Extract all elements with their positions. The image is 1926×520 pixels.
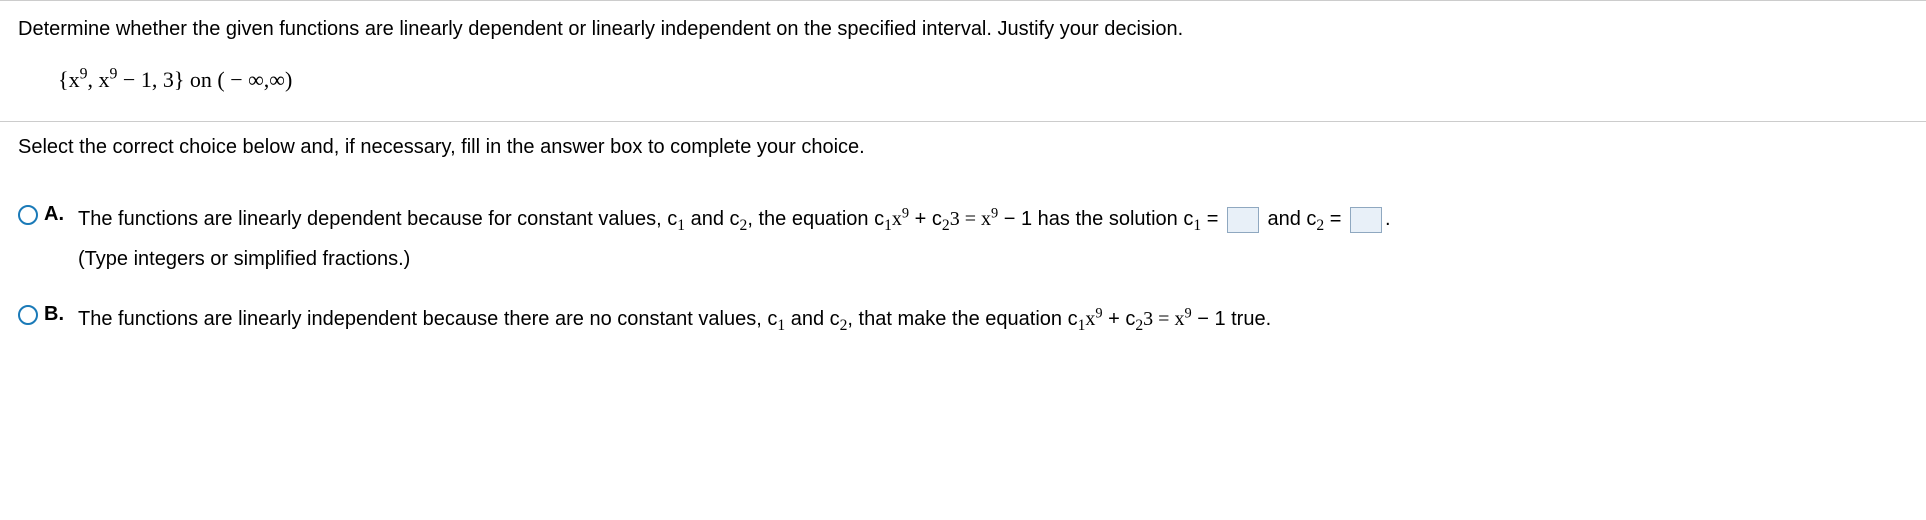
- b-mid1: and c: [785, 308, 839, 330]
- question-text: Determine whether the given functions ar…: [18, 15, 1908, 43]
- b-x1: x: [1085, 308, 1095, 330]
- a-minus1: − 1 has the solution c: [998, 208, 1193, 230]
- choice-a-row: A. The functions are linearly dependent …: [18, 201, 1908, 277]
- a-three: 3 = x: [950, 208, 991, 230]
- a-sub5: 1: [1193, 217, 1201, 234]
- b-exp1: 9: [1095, 305, 1102, 321]
- c2-input[interactable]: [1350, 207, 1382, 233]
- a-eq1: =: [1201, 208, 1224, 230]
- brace-close: }: [174, 67, 185, 92]
- b-minus1: − 1 true.: [1192, 308, 1272, 330]
- f2-base: x: [98, 67, 109, 92]
- choice-b-row: B. The functions are linearly independen…: [18, 301, 1908, 337]
- b-sub1: 1: [777, 317, 785, 334]
- comma1: ,: [87, 67, 98, 92]
- choice-a-label: A.: [44, 203, 68, 226]
- choices-list: A. The functions are linearly dependent …: [0, 177, 1926, 337]
- choice-a-hint: (Type integers or simplified fractions.): [78, 241, 1908, 277]
- a-period: .: [1385, 208, 1391, 230]
- question-math: {x9, x9 − 1, 3} on ( − ∞,∞): [58, 67, 1908, 93]
- b-exp2: 9: [1184, 305, 1191, 321]
- a-sub3: 1: [884, 217, 892, 234]
- a-mid2: , the equation c: [747, 208, 884, 230]
- a-x1: x: [892, 208, 902, 230]
- choice-b-body: The functions are linearly independent b…: [78, 301, 1908, 337]
- choice-a-radio[interactable]: [18, 205, 38, 225]
- a-eq2: =: [1324, 208, 1347, 230]
- f1-base: x: [69, 67, 80, 92]
- b-sub4: 2: [1135, 317, 1143, 334]
- f2-rest: − 1, 3: [117, 67, 173, 92]
- b-plus: + c: [1103, 308, 1136, 330]
- a-mid1: and c: [685, 208, 739, 230]
- b-pre: The functions are linearly independent b…: [78, 308, 777, 330]
- instruction-text: Select the correct choice below and, if …: [0, 121, 1926, 177]
- a-sub4: 2: [942, 217, 950, 234]
- b-three: 3 = x: [1143, 308, 1184, 330]
- interval: on ( − ∞,∞): [184, 67, 292, 92]
- brace-open: {: [58, 67, 69, 92]
- b-mid2: , that make the equation c: [847, 308, 1077, 330]
- a-plus: + c: [909, 208, 942, 230]
- c1-input[interactable]: [1227, 207, 1259, 233]
- a-andc2: and c: [1262, 208, 1316, 230]
- a-pre: The functions are linearly dependent bec…: [78, 208, 677, 230]
- choice-b-label: B.: [44, 303, 68, 326]
- question-section: Determine whether the given functions ar…: [0, 0, 1926, 121]
- a-sub1: 1: [677, 217, 685, 234]
- choice-a-body: The functions are linearly dependent bec…: [78, 201, 1908, 277]
- choice-b-radio[interactable]: [18, 305, 38, 325]
